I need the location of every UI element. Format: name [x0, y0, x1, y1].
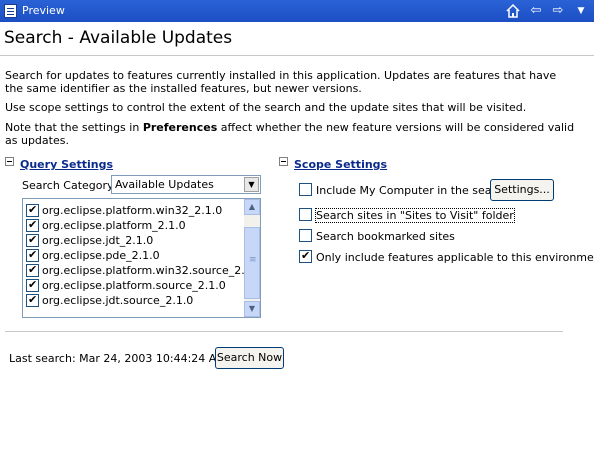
window-titlebar: Preview ⇦ ⇨ ▼	[0, 0, 594, 22]
home-icon[interactable]	[505, 3, 521, 19]
list-item[interactable]: org.eclipse.platform.win32_2.1.0	[26, 203, 241, 218]
preview-icon	[4, 4, 17, 18]
title-divider	[0, 55, 594, 56]
applicable-features-checkbox[interactable]	[299, 249, 312, 263]
window-title: Preview	[22, 4, 65, 17]
checkbox-checked-icon[interactable]	[26, 218, 39, 232]
query-settings-title[interactable]: Query Settings	[20, 158, 113, 171]
back-arrow-icon[interactable]: ⇦	[528, 3, 544, 19]
search-now-button[interactable]: Search Now	[215, 347, 284, 369]
scroll-down-icon[interactable]: ▼	[244, 301, 260, 317]
scroll-thumb[interactable]	[244, 227, 260, 299]
include-my-computer-checkbox[interactable]	[299, 183, 312, 196]
list-scrollbar[interactable]: ▲ ▼	[244, 199, 260, 317]
checkbox-checked-icon[interactable]	[26, 203, 39, 217]
page-title: Search - Available Updates	[4, 28, 233, 48]
search-bookmarked-checkbox[interactable]	[299, 229, 312, 242]
checkbox-checked-icon[interactable]	[26, 263, 39, 277]
feature-list[interactable]: org.eclipse.platform.win32_2.1.0 org.ecl…	[22, 198, 261, 318]
scope-settings-title[interactable]: Scope Settings	[294, 158, 387, 171]
search-category-value: Available Updates	[115, 178, 214, 191]
view-menu-icon[interactable]: ▼	[573, 3, 589, 19]
search-bookmarked-label[interactable]: Search bookmarked sites	[316, 230, 455, 243]
checkbox-checked-icon[interactable]	[26, 278, 39, 292]
preferences-note: Note that the settings in Preferences af…	[5, 121, 575, 147]
list-item[interactable]: org.eclipse.platform_2.1.0	[26, 218, 241, 233]
applicable-features-label[interactable]: Only include features applicable to this…	[316, 251, 594, 264]
search-sites-to-visit-checkbox[interactable]	[299, 208, 312, 221]
description-text: Search for updates to features currently…	[5, 69, 557, 95]
settings-button[interactable]: Settings...	[490, 179, 554, 201]
chevron-down-icon[interactable]: ▼	[244, 177, 259, 192]
preferences-link-text: Preferences	[142, 121, 218, 134]
list-item[interactable]: org.eclipse.jdt_2.1.0	[26, 233, 241, 248]
checkbox-checked-icon[interactable]	[26, 293, 39, 307]
list-item[interactable]: org.eclipse.platform.win32.source_2.1.0	[26, 263, 260, 278]
list-item[interactable]: org.eclipse.pde_2.1.0	[26, 248, 241, 263]
scroll-up-icon[interactable]: ▲	[244, 199, 260, 215]
checkbox-checked-icon[interactable]	[26, 248, 39, 262]
list-item[interactable]: org.eclipse.jdt.source_2.1.0	[26, 293, 241, 308]
last-search-text: Last search: Mar 24, 2003 10:44:24 AM	[9, 352, 226, 365]
footer-divider	[5, 331, 563, 332]
search-sites-to-visit-label[interactable]: Search sites in "Sites to Visit" folder	[315, 208, 515, 223]
include-my-computer-label[interactable]: Include My Computer in the search	[316, 184, 509, 197]
checkbox-checked-icon[interactable]	[26, 233, 39, 247]
scope-collapse-icon[interactable]	[279, 157, 288, 166]
scope-hint-text: Use scope settings to control the extent…	[5, 101, 527, 114]
list-item[interactable]: org.eclipse.platform.source_2.1.0	[26, 278, 241, 293]
query-collapse-icon[interactable]	[5, 157, 14, 166]
search-category-label: Search Category:	[22, 179, 117, 192]
forward-arrow-icon[interactable]: ⇨	[550, 3, 566, 19]
search-category-dropdown[interactable]: Available Updates ▼	[111, 175, 261, 194]
